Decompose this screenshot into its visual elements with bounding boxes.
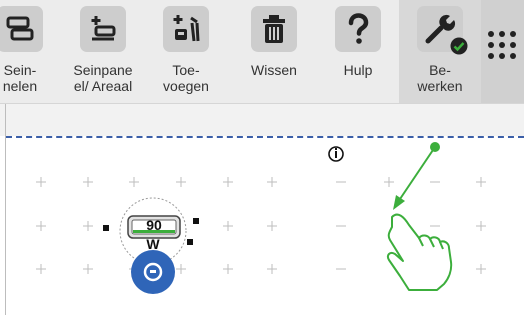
tool-wissen-icon-box [251, 6, 297, 52]
tap-hand-icon [386, 213, 453, 291]
tool-hulp-icon-box [335, 6, 381, 52]
toolbar: Sein- nelen Seinpane el/ Areaal Toe- voe… [0, 0, 524, 104]
tool-wissen-label: Wissen [251, 62, 297, 78]
signal-panel-icon [6, 16, 34, 41]
signal-sub-label: W [146, 236, 160, 252]
tool-bewerken-label: Be- werken [417, 62, 463, 94]
tool-seinnelen[interactable]: Sein- nelen [0, 6, 62, 102]
info-icon[interactable] [328, 146, 344, 162]
add-element-icon [173, 15, 200, 42]
tool-seinpaneel-label: Seinpane el/ Areaal [73, 62, 133, 94]
trash-icon [263, 15, 285, 43]
tool-bewerken[interactable]: Be- werken [399, 0, 481, 103]
hint-arrow [393, 142, 440, 210]
help-icon [348, 13, 369, 44]
tool-wissen[interactable]: Wissen [232, 6, 316, 102]
tool-seinnelen-icon-box [0, 6, 43, 52]
tool-toevoegen-icon-box [163, 6, 209, 52]
tool-toevoegen-label: Toe- voegen [163, 62, 209, 94]
tool-hulp[interactable]: Hulp [316, 6, 400, 102]
tool-bewerken-icon-box [417, 6, 468, 55]
grid-menu-button[interactable] [481, 0, 524, 103]
tool-seinpaneel-areaal[interactable]: Seinpane el/ Areaal [61, 6, 145, 102]
checkmark-icon [450, 37, 468, 55]
tool-seinpaneel-icon-box [80, 6, 126, 52]
tool-hulp-label: Hulp [343, 62, 373, 78]
grid-menu-icon [488, 31, 516, 59]
tool-seinnelen-label: Sein- nelen [2, 62, 38, 94]
canvas-overlay [36, 142, 486, 294]
add-panel-area-icon [91, 16, 116, 41]
signal-value: 90 [146, 217, 162, 233]
tool-toevoegen[interactable]: Toe- voegen [144, 6, 228, 102]
